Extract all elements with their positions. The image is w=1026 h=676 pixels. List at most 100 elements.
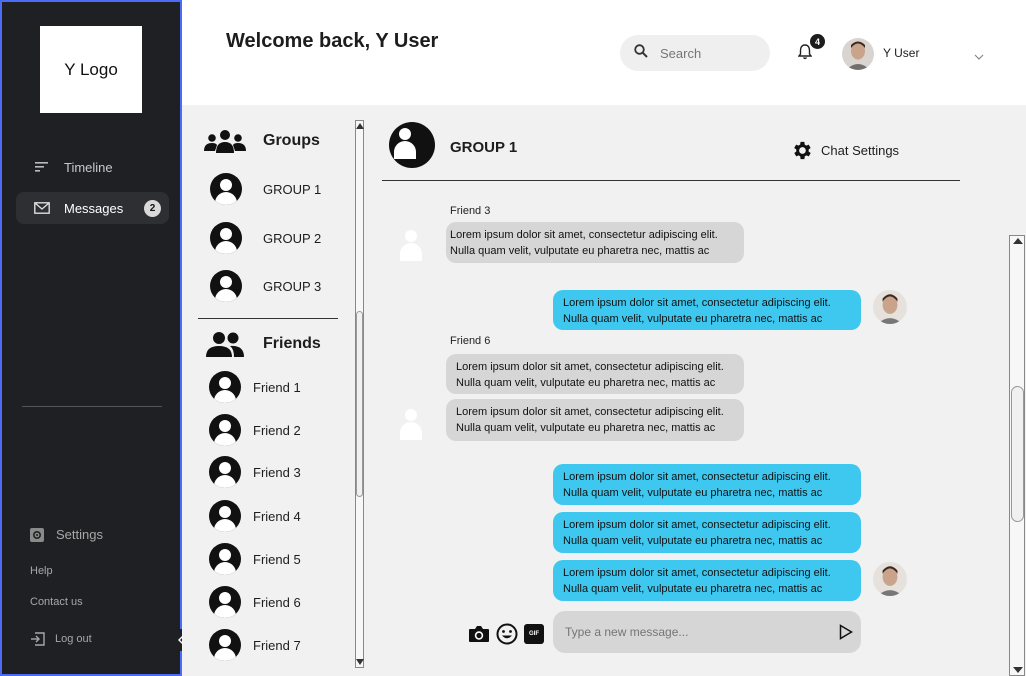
emoji-icon[interactable]: [496, 623, 518, 645]
group-label: GROUP 1: [263, 181, 322, 197]
message-line: Lorem ipsum dolor sit amet, consectetur …: [563, 297, 831, 309]
chat-settings-label: Chat Settings: [821, 143, 900, 158]
user-silhouette-icon: [209, 586, 241, 618]
user-silhouette-icon: [210, 270, 242, 302]
page-title: Welcome back, Y User: [226, 30, 439, 52]
nav-label-timeline: Timeline: [64, 159, 113, 175]
sidebar: Y Logo Timeline Messages 2 Settings Help…: [0, 0, 182, 676]
scroll-up-icon[interactable]: [356, 123, 364, 129]
groups-icon: [204, 129, 246, 153]
friends-heading: Friends: [206, 331, 321, 357]
sort-lines-icon: [34, 159, 50, 175]
friend-item-5[interactable]: Friend 5: [209, 543, 301, 575]
list-scrollbar[interactable]: [355, 120, 364, 668]
logout-link[interactable]: Log out: [30, 632, 92, 646]
message-bubble-incoming[interactable]: Lorem ipsum dolor sit amet, consectetur …: [446, 222, 744, 263]
nav-item-timeline[interactable]: Timeline: [16, 151, 169, 183]
friend-item-1[interactable]: Friend 1: [209, 371, 301, 403]
friend-item-6[interactable]: Friend 6: [209, 586, 301, 618]
chat-scrollbar[interactable]: [1009, 235, 1025, 676]
scroll-down-icon[interactable]: [1013, 667, 1023, 673]
gif-icon[interactable]: GIF: [524, 624, 544, 644]
message-line: Lorem ipsum dolor sit amet, consectetur …: [456, 406, 724, 418]
send-icon[interactable]: [839, 624, 853, 645]
message-line: Lorem ipsum dolor sit amet, consectetur …: [450, 229, 718, 241]
message-line: Nulla quam velit, vulputate eu pharetra …: [563, 534, 823, 547]
scroll-up-icon[interactable]: [1013, 238, 1023, 244]
group-label: GROUP 2: [263, 230, 322, 246]
user-silhouette-icon: [209, 543, 241, 575]
friend-item-7[interactable]: Friend 7: [209, 629, 301, 661]
friends-title: Friends: [263, 335, 321, 352]
help-link[interactable]: Help: [30, 565, 53, 577]
chevron-down-icon[interactable]: [974, 48, 984, 66]
user-silhouette-icon: [209, 500, 241, 532]
message-bubble-outgoing[interactable]: Lorem ipsum dolor sit amet, consectetur …: [553, 290, 861, 330]
message-line: Nulla quam velit, vulputate eu pharetra …: [563, 486, 823, 499]
search-box[interactable]: [620, 35, 770, 71]
sender-name: Friend 3: [450, 205, 491, 217]
friends-icon: [206, 331, 244, 357]
search-icon: [634, 43, 648, 63]
message-composer[interactable]: [553, 611, 861, 653]
group-item-3[interactable]: GROUP 3: [210, 270, 321, 302]
message-input[interactable]: [565, 625, 825, 639]
message-bubble-incoming[interactable]: Lorem ipsum dolor sit amet, consectetur …: [446, 399, 744, 441]
friend-item-2[interactable]: Friend 2: [209, 414, 301, 446]
scroll-down-icon[interactable]: [356, 659, 364, 665]
camera-icon[interactable]: [468, 625, 490, 643]
header: Welcome back, Y User 4 Y User: [182, 0, 1026, 105]
search-input[interactable]: [660, 45, 750, 61]
composer-tools: GIF: [468, 623, 544, 645]
notification-badge: 4: [810, 34, 825, 49]
contact-link[interactable]: Contact us: [30, 596, 83, 608]
message-line: Nulla quam velit, vulputate eu pharetra …: [563, 582, 823, 595]
messages-badge: 2: [144, 199, 161, 217]
message-line: Lorem ipsum dolor sit amet, consectetur …: [563, 519, 831, 531]
nav-item-messages[interactable]: Messages 2: [16, 192, 169, 224]
sender-avatar: [395, 403, 429, 437]
user-silhouette-icon: [209, 629, 241, 661]
user-name[interactable]: Y User: [883, 46, 919, 60]
user-silhouette-icon: [389, 122, 435, 168]
message-line: Nulla quam velit, vulputate eu pharetra …: [450, 244, 710, 257]
friend-item-3[interactable]: Friend 3: [209, 456, 301, 488]
user-silhouette-icon: [209, 371, 241, 403]
message-line: Nulla quam velit, vulputate eu pharetra …: [456, 376, 716, 389]
friend-item-4[interactable]: Friend 4: [209, 500, 301, 532]
logout-icon: [30, 632, 45, 646]
groups-heading: Groups: [204, 129, 320, 153]
gear-icon: [790, 139, 813, 162]
avatar: [873, 290, 907, 324]
message-bubble-outgoing[interactable]: Lorem ipsum dolor sit amet, consectetur …: [553, 512, 861, 553]
friend-label: Friend 5: [253, 551, 301, 567]
user-silhouette-icon: [209, 414, 241, 446]
message-bubble-outgoing[interactable]: Lorem ipsum dolor sit amet, consectetur …: [553, 560, 861, 601]
group-item-1[interactable]: GROUP 1: [210, 173, 321, 205]
avatar[interactable]: [842, 38, 874, 70]
logo[interactable]: Y Logo: [40, 26, 142, 113]
chat-title: GROUP 1: [450, 139, 518, 156]
friend-label: Friend 7: [253, 637, 301, 653]
gear-box-icon: [30, 527, 44, 542]
sender-name: Friend 6: [450, 335, 491, 347]
group-item-2[interactable]: GROUP 2: [210, 222, 321, 254]
scrollbar-thumb[interactable]: [356, 311, 363, 497]
friend-label: Friend 6: [253, 594, 301, 610]
scrollbar-thumb[interactable]: [1011, 386, 1024, 522]
groups-title: Groups: [263, 132, 320, 149]
user-silhouette-icon: [210, 222, 242, 254]
settings-link[interactable]: Settings: [30, 527, 103, 542]
logout-label: Log out: [55, 633, 92, 645]
chat-header-divider: [382, 180, 960, 181]
message-line: Nulla quam velit, vulputate eu pharetra …: [563, 312, 823, 325]
envelope-icon: [34, 200, 50, 216]
message-bubble-outgoing[interactable]: Lorem ipsum dolor sit amet, consectetur …: [553, 464, 861, 505]
chat-settings-button[interactable]: Chat Settings: [790, 139, 899, 162]
message-line: Nulla quam velit, vulputate eu pharetra …: [456, 421, 716, 434]
friend-label: Friend 3: [253, 464, 301, 480]
message-bubble-incoming[interactable]: Lorem ipsum dolor sit amet, consectetur …: [446, 354, 744, 394]
user-silhouette-icon: [210, 173, 242, 205]
friend-label: Friend 2: [253, 422, 301, 438]
content-area: Groups GROUP 1 GROUP 2 GROUP 3 Friends F…: [182, 105, 1026, 676]
